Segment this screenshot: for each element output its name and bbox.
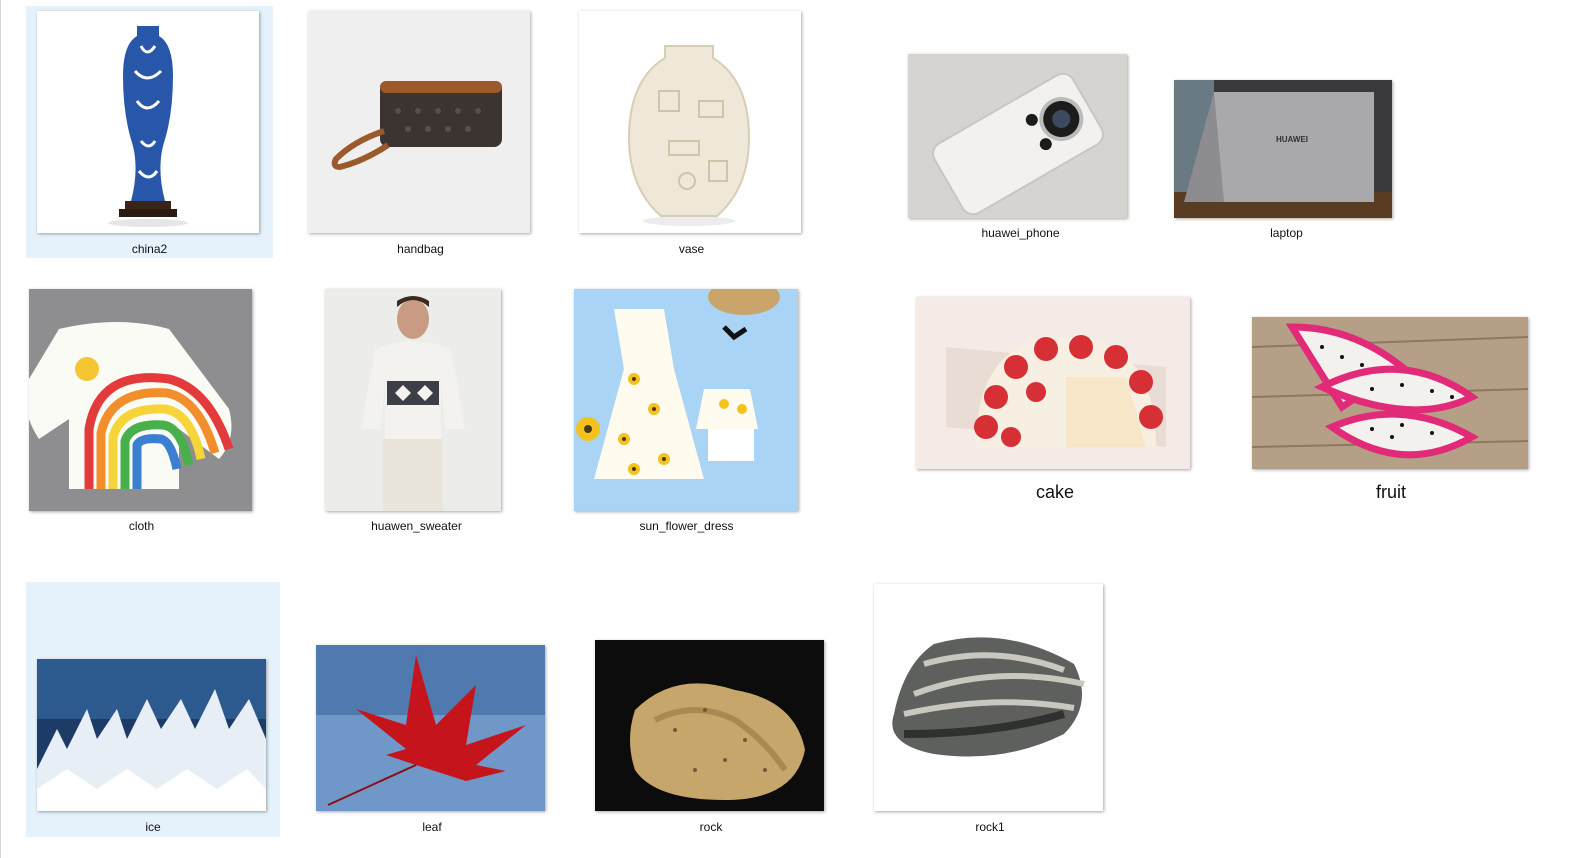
file-item-cake[interactable]: cake <box>905 285 1205 510</box>
file-item-huawen-sweater[interactable]: huawen_sweater <box>293 285 540 539</box>
file-label: rock <box>699 820 723 834</box>
rock-icon <box>595 640 824 811</box>
file-label: cloth <box>128 519 155 533</box>
brand-text: HUAWEI <box>1276 135 1308 144</box>
thumbnail-cloth <box>29 289 252 511</box>
file-item-fruit[interactable]: fruit <box>1241 285 1541 510</box>
file-label: handbag <box>397 242 444 256</box>
thumbnail-sun-flower-dress <box>574 289 798 511</box>
leaf-icon <box>316 645 545 811</box>
file-item-cloth[interactable]: cloth <box>18 285 265 539</box>
file-label: cake <box>1035 482 1075 502</box>
file-label: fruit <box>1375 482 1406 502</box>
file-item-sun-flower-dress[interactable]: sun_flower_dress <box>563 285 810 539</box>
file-item-rock[interactable]: rock <box>584 582 838 837</box>
thumbnail-huawei-phone <box>908 54 1127 218</box>
thumbnail-ice <box>37 659 266 811</box>
cake-icon <box>916 297 1190 469</box>
file-view: china2 handbag vase huawei_phone HUAWEI … <box>0 0 1587 858</box>
file-item-rock1[interactable]: rock1 <box>863 582 1117 837</box>
file-label: rock1 <box>975 820 1005 834</box>
file-label: china2 <box>131 242 168 256</box>
dress-icon <box>574 289 798 511</box>
fruit-icon <box>1252 317 1528 469</box>
phone-icon <box>908 54 1127 218</box>
file-label: sun_flower_dress <box>639 519 734 533</box>
thumbnail-leaf <box>316 645 545 811</box>
handbag-icon <box>308 11 530 233</box>
thumbnail-rock <box>595 640 824 811</box>
thumbnail-handbag <box>308 11 530 233</box>
ice-icon <box>37 659 266 811</box>
file-item-huawei-phone[interactable]: huawei_phone <box>897 40 1144 250</box>
file-item-vase[interactable]: vase <box>568 6 815 258</box>
file-label: huawen_sweater <box>371 519 462 533</box>
rock-icon <box>874 584 1103 811</box>
file-item-handbag[interactable]: handbag <box>297 6 544 258</box>
file-label: laptop <box>1270 226 1303 240</box>
thumbnail-rock1 <box>874 584 1103 811</box>
person-icon <box>325 289 501 511</box>
file-label: vase <box>678 242 705 256</box>
thumbnail-fruit <box>1252 317 1528 469</box>
laptop-icon: HUAWEI <box>1174 80 1392 218</box>
thumbnail-cake <box>916 297 1190 469</box>
vase-icon <box>579 11 801 233</box>
file-label: ice <box>145 820 161 834</box>
file-item-china2[interactable]: china2 <box>26 6 273 258</box>
thumbnail-laptop: HUAWEI <box>1174 80 1392 218</box>
sweater-icon <box>29 289 252 511</box>
file-label: leaf <box>422 820 442 834</box>
file-item-ice[interactable]: ice <box>26 582 280 837</box>
thumbnail-china2 <box>37 11 259 233</box>
thumbnail-vase <box>579 11 801 233</box>
thumbnail-huawen-sweater <box>325 289 501 511</box>
file-item-laptop[interactable]: HUAWEI laptop <box>1163 40 1410 250</box>
file-item-leaf[interactable]: leaf <box>305 582 559 837</box>
file-label: huawei_phone <box>981 226 1060 240</box>
vase-icon <box>37 11 259 233</box>
